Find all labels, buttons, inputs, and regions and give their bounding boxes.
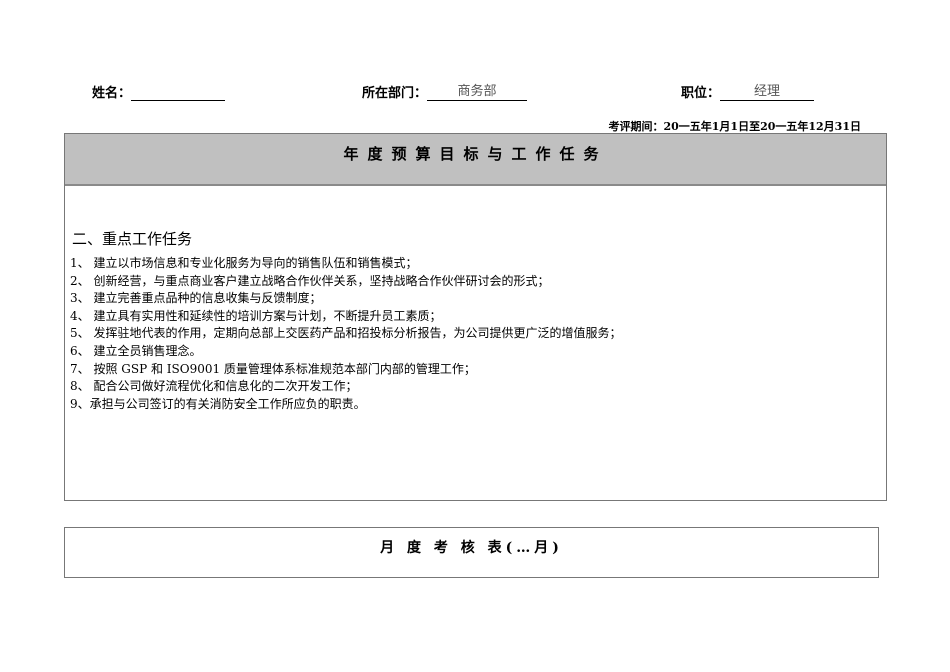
name-label: 姓名：: [92, 86, 132, 101]
task-item: 4、 建立具有实用性和延续性的培训方案与计划，不断提升员工素质；: [70, 308, 442, 323]
annual-budget-title: 年度预算目标与工作任务: [65, 134, 886, 186]
key-tasks-heading: 二、重点工作任务: [72, 230, 193, 248]
position-field: 职位： 经理: [681, 82, 815, 101]
task-item: 7、 按照 GSP 和 ISO9001 质量管理体系标准规范本部门内部的管理工作…: [70, 361, 476, 376]
department-field: 所在部门： 商务部: [362, 82, 528, 101]
annual-budget-section: 年度预算目标与工作任务 二、重点工作任务 1、 建立以市场信息和专业化服务为导向…: [64, 133, 887, 501]
task-item: 1、 建立以市场信息和专业化服务为导向的销售队伍和销售模式；: [70, 256, 418, 270]
department-value[interactable]: 商务部: [427, 84, 528, 101]
key-tasks-list: 1、 建立以市场信息和专业化服务为导向的销售队伍和销售模式； 2、 创新经营，与…: [70, 255, 621, 413]
task-item: 2、 创新经营，与重点商业客户建立战略合作伙伴关系，坚持战略合作伙伴研讨会的形式…: [70, 273, 550, 288]
task-item: 8、 配合公司做好流程优化和信息化的二次开发工作；: [70, 379, 358, 394]
task-item: 6、 建立全员销售理念。: [70, 343, 202, 358]
position-label: 职位：: [681, 86, 721, 101]
position-value[interactable]: 经理: [720, 84, 815, 101]
evaluation-period: 考评期间：20一五年1月1日至20一五年12月31日: [608, 120, 861, 133]
monthly-evaluation-title: 月 度 考 核 表(…月): [380, 540, 563, 556]
task-item: 5、 发挥驻地代表的作用，定期向总部上交医药产品和招投标分析报告，为公司提供更广…: [70, 326, 622, 341]
task-item: 3、 建立完善重点品种的信息收集与反馈制度；: [70, 291, 322, 306]
task-item: 9、承担与公司签订的有关消防安全工作所应负的职责。: [70, 396, 366, 411]
department-label: 所在部门：: [362, 86, 428, 101]
monthly-evaluation-section: 月 度 考 核 表(…月): [64, 527, 879, 578]
name-value[interactable]: [131, 84, 226, 101]
name-field: 姓名：: [92, 82, 226, 101]
